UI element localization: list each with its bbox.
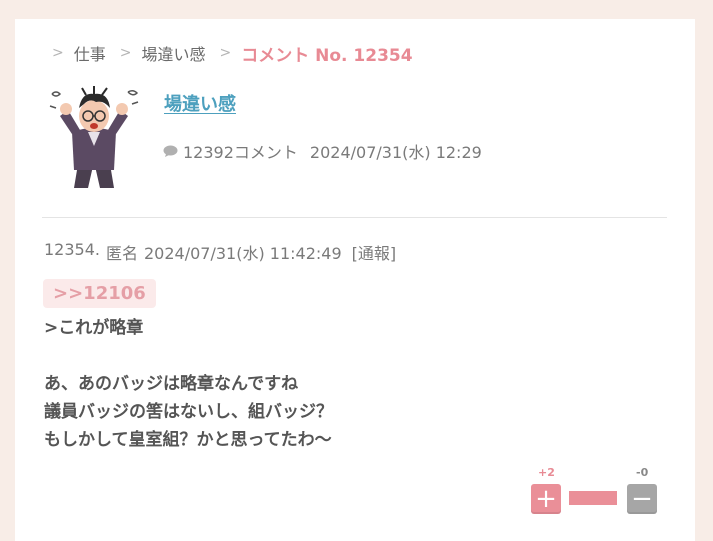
comment-body: >これが略章 あ、あのバッジは略章なんですね 議員バッジの筈はないし、組バッジ？… bbox=[44, 314, 333, 454]
comment-number: 12354. bbox=[44, 240, 100, 259]
comment-author: 匿名 bbox=[105, 244, 138, 263]
chevron-right-icon: > bbox=[52, 45, 64, 61]
topic-datetime: 2024/07/31(水) 12:29 bbox=[309, 143, 482, 162]
minus-vote-button[interactable]: − bbox=[627, 484, 657, 514]
comment-line: もしかして皇室組？かと思ってたわ〜 bbox=[44, 430, 332, 450]
breadcrumb-item-category[interactable]: 仕事 bbox=[74, 41, 106, 65]
minus-vote-count: -0 bbox=[636, 466, 649, 479]
reply-anchor-link[interactable]: >>12106 bbox=[43, 279, 156, 308]
vote-ratio-bar bbox=[569, 491, 617, 505]
breadcrumb-item-topic[interactable]: 場違い感 bbox=[141, 41, 205, 65]
plus-vote-button[interactable]: + bbox=[531, 484, 561, 514]
topic-comment-count: 12392コメント bbox=[183, 143, 298, 162]
topic-meta: 12392コメント 2024/07/31(水) 12:29 bbox=[163, 139, 482, 163]
report-link[interactable]: [通報] bbox=[352, 240, 397, 264]
divider bbox=[42, 217, 667, 218]
comment-line: あ、あのバッジは略章なんですね bbox=[44, 374, 299, 394]
vote-ratio-fill bbox=[569, 491, 617, 505]
comment-line: >これが略章 bbox=[44, 318, 144, 338]
comment-header: 12354. 匿名 2024/07/31(水) 11:42:49 [通報] bbox=[44, 240, 396, 264]
comment-datetime: 2024/07/31(水) 11:42:49 bbox=[144, 244, 342, 263]
speech-bubble-icon bbox=[163, 145, 178, 157]
chevron-right-icon: > bbox=[219, 45, 232, 61]
topic-avatar[interactable] bbox=[44, 86, 144, 190]
breadcrumb-current: コメント No. 12354 bbox=[241, 45, 413, 66]
comment-line bbox=[44, 342, 333, 370]
plus-vote-count: +2 bbox=[538, 466, 555, 479]
topic-title-link[interactable]: 場違い感 bbox=[164, 90, 236, 116]
chevron-right-icon: > bbox=[119, 45, 132, 61]
confused-man-illustration bbox=[49, 86, 139, 188]
breadcrumb: > 仕事 > 場違い感 > コメント No. 12354 bbox=[52, 41, 413, 66]
comment-line: 議員バッジの筈はないし、組バッジ？ bbox=[44, 402, 333, 422]
